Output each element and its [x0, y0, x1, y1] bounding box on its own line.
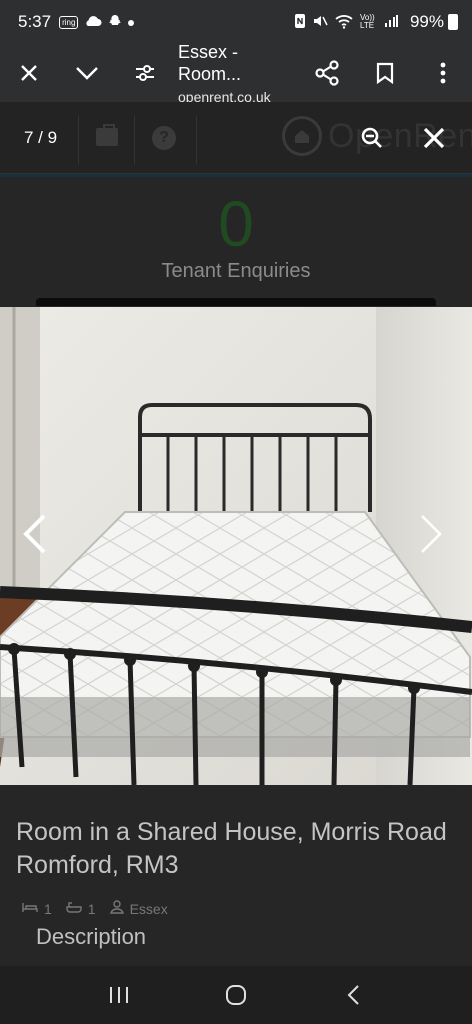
bookmark-button[interactable]	[356, 44, 414, 102]
site-header: ? OpenRent	[0, 102, 472, 174]
bedrooms-item: 1	[22, 901, 52, 917]
cloud-icon	[84, 15, 102, 30]
header-divider	[78, 116, 79, 164]
header-divider	[134, 116, 135, 164]
listing-meta: 1 1 Essex	[22, 900, 182, 917]
enquiries-count: 0	[218, 188, 254, 260]
toolbar-title-area[interactable]: Essex - Room... openrent.co.uk	[174, 41, 298, 105]
signal-icon	[384, 14, 398, 31]
minimize-tab-button[interactable]	[58, 44, 116, 102]
chevron-left-icon	[23, 514, 46, 554]
status-time: 5:37	[18, 12, 52, 31]
help-icon[interactable]: ?	[152, 126, 176, 150]
header-divider	[196, 116, 197, 164]
status-bar: 5:37 ring Vo)) LTE 99%	[0, 0, 472, 44]
lightbox-top-edge	[36, 298, 436, 306]
zoom-out-icon	[361, 127, 382, 148]
logo-text: OpenRent	[328, 116, 472, 155]
mute-icon	[312, 13, 328, 32]
share-icon	[315, 60, 339, 86]
more-vert-icon	[440, 62, 446, 84]
chevron-down-icon	[76, 67, 98, 80]
share-button[interactable]	[298, 44, 356, 102]
close-gallery-button[interactable]	[420, 124, 448, 152]
battery-percent: 99%	[409, 12, 444, 31]
photo-counter: 7 / 9	[24, 128, 58, 147]
home-button[interactable]	[216, 975, 256, 1015]
page-settings-button[interactable]	[116, 44, 174, 102]
person-icon	[109, 900, 124, 917]
previous-photo-button[interactable]	[20, 512, 50, 556]
logo-house-icon	[282, 116, 322, 156]
bedrooms-count: 1	[44, 900, 52, 917]
next-photo-button[interactable]	[416, 512, 446, 556]
briefcase-icon[interactable]	[96, 124, 118, 146]
browser-toolbar: Essex - Room... openrent.co.uk	[0, 41, 472, 105]
bathrooms-item: 1	[66, 901, 96, 917]
gallery-photo[interactable]	[0, 307, 472, 785]
dot-icon	[128, 15, 135, 29]
zoom-button[interactable]	[360, 126, 384, 150]
more-options-button[interactable]	[414, 44, 472, 102]
location-item: Essex	[109, 900, 168, 917]
battery-icon	[448, 14, 458, 30]
system-nav-bar	[0, 966, 472, 1024]
nfc-icon	[294, 13, 306, 32]
back-button[interactable]	[333, 975, 373, 1015]
snapchat-icon	[108, 14, 122, 31]
bathrooms-count: 1	[87, 900, 96, 917]
listing-title: Room in a Shared House, Morris Road Romf…	[16, 818, 447, 879]
recent-apps-button[interactable]	[99, 975, 139, 1015]
home-icon	[225, 985, 246, 1005]
page-title: Essex - Room...	[178, 42, 242, 84]
enquiries-label: Tenant Enquiries	[161, 260, 311, 282]
bed-icon	[22, 901, 38, 916]
bookmark-icon	[376, 62, 394, 84]
recent-apps-icon	[109, 987, 128, 1003]
ring-icon: ring	[59, 15, 79, 29]
back-icon	[347, 985, 360, 1005]
volte-icon: Vo)) LTE	[359, 13, 375, 30]
close-icon	[423, 127, 445, 149]
page-settings-icon	[136, 65, 154, 81]
close-icon	[21, 65, 37, 81]
close-tab-button[interactable]	[0, 44, 58, 102]
location-text: Essex	[129, 900, 168, 917]
chevron-right-icon	[421, 515, 442, 553]
wifi-icon	[334, 13, 354, 32]
description-heading: Description	[36, 924, 147, 949]
header-accent-line	[0, 174, 472, 177]
bath-icon	[66, 901, 82, 916]
